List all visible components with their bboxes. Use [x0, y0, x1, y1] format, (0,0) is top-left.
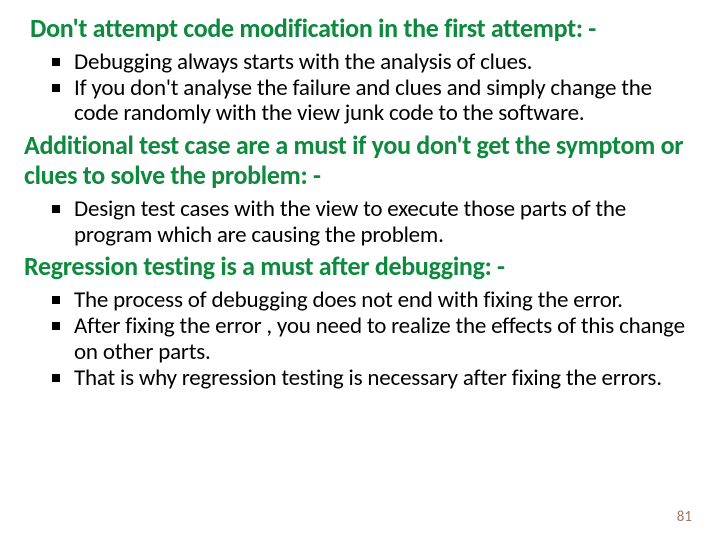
- list-item: After fixing the error , you need to rea…: [56, 314, 696, 366]
- list-item: That is why regression testing is necess…: [56, 366, 696, 392]
- slide-content: Don't attempt code modification in the f…: [24, 14, 696, 391]
- list-item: If you don't analyse the failure and clu…: [56, 76, 696, 128]
- bullet-list: Design test cases with the view to execu…: [24, 197, 696, 249]
- section-heading: Additional test case are a must if you d…: [24, 131, 696, 191]
- bullet-list: The process of debugging does not end wi…: [24, 288, 696, 391]
- list-item: Debugging always starts with the analysi…: [56, 50, 696, 76]
- list-item: The process of debugging does not end wi…: [56, 288, 696, 314]
- bullet-list: Debugging always starts with the analysi…: [24, 50, 696, 127]
- section-heading: Regression testing is a must after debug…: [24, 252, 696, 282]
- section-heading: Don't attempt code modification in the f…: [24, 14, 696, 44]
- list-item: Design test cases with the view to execu…: [56, 197, 696, 249]
- page-number: 81: [677, 508, 692, 526]
